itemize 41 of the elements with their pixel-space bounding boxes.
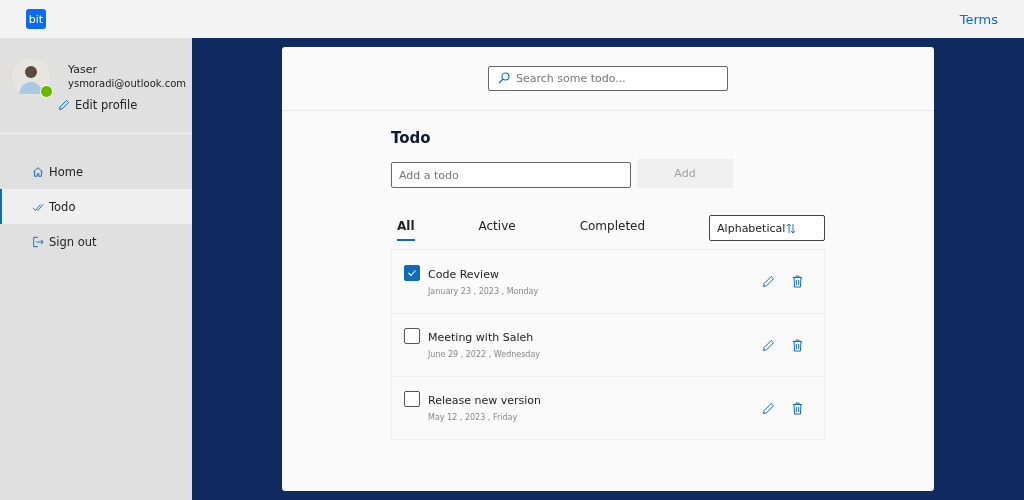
delete-button[interactable] xyxy=(791,401,804,415)
user-name: Yaser xyxy=(68,63,98,76)
edit-profile-button[interactable]: Edit profile xyxy=(58,98,138,112)
sign-out-icon xyxy=(32,235,44,248)
home-icon xyxy=(32,165,44,178)
avatar xyxy=(12,58,50,96)
todo-date: May 12 , 2023 , Friday xyxy=(428,413,519,422)
edit-button[interactable] xyxy=(762,401,775,415)
filter-tab[interactable]: Completed xyxy=(579,215,646,241)
edit-button[interactable] xyxy=(762,338,775,352)
pencil-icon xyxy=(58,99,70,111)
checkmark-icon xyxy=(407,267,417,278)
filter-tab[interactable]: All xyxy=(397,215,415,241)
logo[interactable]: bit xyxy=(26,9,46,29)
trash-icon xyxy=(791,275,804,288)
filter-tab[interactable]: Active xyxy=(478,215,516,241)
sort-dropdown[interactable]: Alphabetical xyxy=(709,215,825,241)
page-title: Todo xyxy=(391,129,432,147)
checkbox[interactable] xyxy=(404,391,420,407)
delete-button[interactable] xyxy=(791,275,804,288)
checkbox[interactable] xyxy=(404,264,420,281)
sort-icon xyxy=(786,222,796,234)
pencil-icon xyxy=(762,275,775,288)
search-field[interactable]: Search some todo... xyxy=(488,66,728,91)
user-email: ysmoradi@outlook.com xyxy=(68,78,187,89)
pencil-icon xyxy=(762,338,775,352)
delete-button[interactable] xyxy=(791,338,804,352)
terms-link[interactable]: Terms xyxy=(959,11,998,27)
todo-title: Meeting with Saleh xyxy=(428,331,535,344)
todo-title: Release new version xyxy=(428,394,542,407)
nav-item[interactable]: Todo xyxy=(0,189,192,224)
trash-icon xyxy=(791,401,804,415)
nav-item[interactable]: Sign out xyxy=(0,224,192,259)
todo-title: Code Review xyxy=(428,267,500,281)
nav-item[interactable]: Home xyxy=(0,154,192,189)
todo-date: January 23 , 2023 , Monday xyxy=(428,286,540,296)
trash-icon xyxy=(791,338,804,352)
checkbox[interactable] xyxy=(404,328,420,344)
edit-button[interactable] xyxy=(762,275,775,288)
pencil-icon xyxy=(762,401,775,415)
todo-date: June 29 , 2022 , Wednesday xyxy=(428,350,542,359)
